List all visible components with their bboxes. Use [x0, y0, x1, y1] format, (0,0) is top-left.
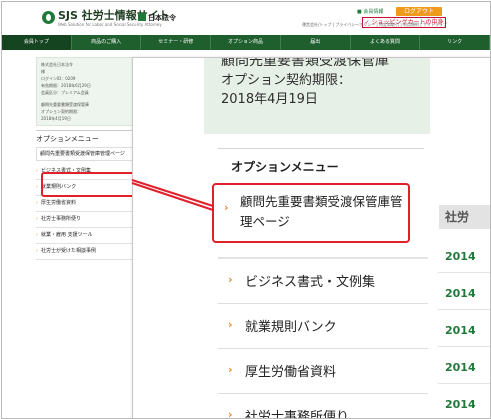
account-class: 会員区分：プレミアム会員 — [41, 90, 89, 95]
chevron-right-icon: › — [36, 232, 38, 238]
zoom-item-mhlw-docs[interactable]: › 厚生労働省資料 — [218, 349, 428, 394]
news-year[interactable]: 2014 — [445, 250, 476, 263]
nav-products[interactable]: 商品のご購入 — [72, 35, 142, 50]
storage-management-label: 顧問先重要書類受渡保管庫管理ページ — [240, 194, 403, 229]
utility-links[interactable]: 運営会社/トップ | プライバシーポリシー | 特定商取引 | 利用規約 | サ… — [302, 22, 447, 28]
sidebar-item-support-tools[interactable]: › 就業・雇用 支援ツール — [36, 228, 134, 244]
nav-options[interactable]: オプション商品 — [211, 35, 281, 50]
nav-seminars[interactable]: セミナー・研修 — [141, 35, 212, 50]
chevron-right-icon: › — [228, 363, 233, 376]
news-divider — [438, 346, 490, 347]
account-expiry: 有効期限：2018年6月29日 — [41, 83, 91, 88]
account-box: 株式会社日本法令 様 ログインID：0209 有効期限：2018年6月29日 会… — [36, 57, 134, 126]
sidebar-item-consultation-cases[interactable]: › 社労士が受けた相談事例 — [36, 244, 134, 260]
zoom-expiry-date: 2018年4月19日 — [221, 92, 318, 107]
news-divider — [438, 383, 490, 384]
chevron-right-icon: › — [36, 200, 38, 206]
nav-links[interactable]: リンク — [420, 35, 490, 50]
nav-faq[interactable]: よくある質問 — [351, 35, 421, 50]
option-expiry-label: オプション契約期限： — [41, 109, 81, 114]
page-frame: SJS 社労士情報サイト Web Solution for Labor and … — [1, 1, 491, 419]
logout-button[interactable]: ログアウト — [396, 7, 442, 16]
account-login-id: ログインID：0209 — [41, 76, 76, 81]
zoom-item-business-forms[interactable]: › ビジネス書式・文例集 — [218, 257, 428, 304]
zoom-option-menu: オプションメニュー — [218, 148, 424, 175]
partner-mark-icon — [138, 13, 146, 21]
nav-filing[interactable]: 届出 — [281, 35, 351, 50]
account-company: 株式会社日本法令 — [41, 62, 73, 67]
news-heading: 社労 — [439, 205, 490, 229]
chevron-right-icon: › — [228, 408, 233, 419]
sidebar-item-office-news[interactable]: › 社労士事務所便り — [36, 212, 134, 228]
news-year[interactable]: 2014 — [445, 398, 476, 411]
chevron-right-icon: › — [228, 273, 233, 286]
option-name: 顧問先重要書類受渡保管庫 — [41, 102, 89, 107]
member-info-link[interactable]: ■ 会員情報 — [357, 8, 383, 15]
global-nav: 会員トップ 商品のご購入 セミナー・研修 オプション商品 届出 よくある質問 リ… — [2, 35, 490, 50]
chevron-right-icon: › — [228, 318, 233, 331]
option-info-box: 顧問先重要書類受渡保管庫 オプション契約期限： 2018年4月19日 — [204, 58, 430, 134]
chevron-right-icon: › — [36, 168, 38, 174]
news-year[interactable]: 2014 — [445, 324, 476, 337]
logo-mark-icon — [42, 11, 55, 24]
zoom-menu-list: › ビジネス書式・文例集 › 就業規則バンク › 厚生労働省資料 › 社労士事務所便り — [218, 257, 428, 419]
chevron-right-icon: › — [36, 216, 38, 222]
zoom-item-work-rules[interactable]: › 就業規則バンク — [218, 304, 428, 349]
news-divider — [438, 309, 490, 310]
left-sidebar: 株式会社日本法令 様 ログインID：0209 有効期限：2018年6月29日 会… — [36, 57, 134, 260]
zoom-option-menu-title: オプションメニュー — [231, 160, 339, 174]
storage-management-link-highlighted[interactable]: › 顧問先重要書類受渡保管庫管理ページ — [212, 183, 410, 243]
partner-logo[interactable]: 日本法令 — [138, 13, 176, 23]
option-menu-heading: オプションメニュー — [36, 130, 134, 144]
option-expiry-date: 2018年4月19日 — [41, 116, 71, 121]
account-honorific: 様 — [41, 69, 45, 74]
news-year[interactable]: 2014 — [445, 361, 476, 374]
option-menu-storage-link[interactable]: 顧問先重要書類受渡保管庫管理ページ — [36, 147, 134, 161]
zoom-item-office-news[interactable]: › 社労士事務所便り — [218, 394, 428, 419]
zoom-expiry-label: オプション契約期限： — [221, 73, 352, 88]
zoom-panel: 顧問先重要書類受渡保管庫 オプション契約期限： 2018年4月19日 オプション… — [132, 57, 490, 419]
sidebar-item-mhlw-docs[interactable]: › 厚生労働省資料 — [36, 196, 134, 212]
chevron-right-icon: › — [224, 201, 229, 214]
chevron-right-icon: › — [36, 248, 38, 254]
small-highlight-box — [41, 172, 136, 197]
news-divider — [438, 272, 490, 273]
chevron-right-icon: › — [36, 184, 38, 190]
news-year[interactable]: 2014 — [445, 287, 476, 300]
nav-member-top[interactable]: 会員トップ — [2, 35, 72, 50]
